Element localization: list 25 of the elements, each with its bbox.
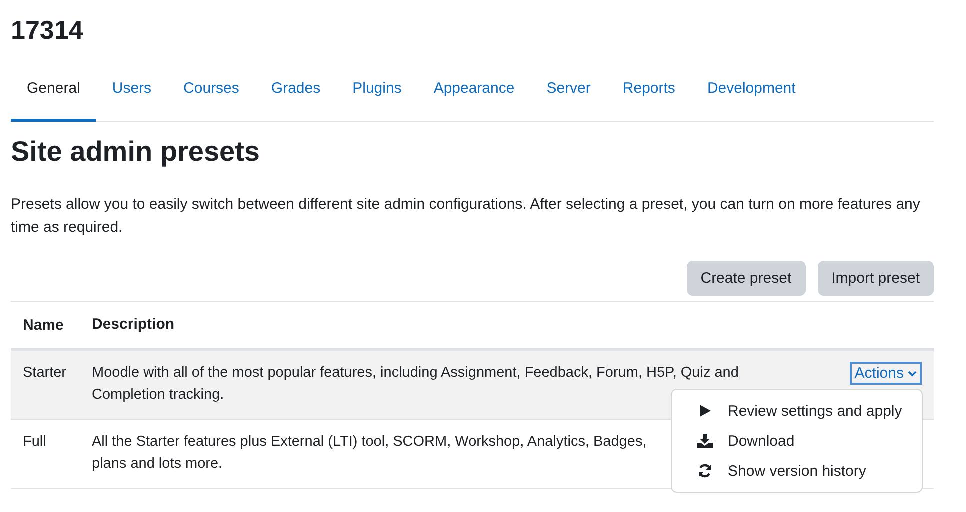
actions-dropdown[interactable]: Actions [850, 362, 922, 385]
section-heading: Site admin presets [11, 135, 261, 169]
column-header: Description [92, 315, 176, 335]
tab[interactable]: Courses [168, 71, 256, 122]
caret-icon [908, 370, 917, 376]
refresh-icon [696, 464, 714, 478]
tab[interactable]: Reports [606, 71, 692, 122]
create-preset-button[interactable]: Create preset [686, 261, 806, 296]
tab[interactable]: Users [96, 71, 168, 122]
intro-text: Presets allow you to easily switch between different site admin configurations. After selecting a preset, you can turn on more features any time as required. [11, 195, 922, 238]
tab[interactable]: Plugins [336, 71, 418, 122]
table-cell-text: Starter [22, 364, 68, 383]
download-icon [696, 434, 714, 448]
tab[interactable]: Grades [255, 71, 337, 122]
column-header: Name [22, 316, 65, 334]
menu-item[interactable]: Download [672, 426, 922, 456]
table-cell-text: Full [22, 433, 48, 452]
page-title: 17314 [11, 14, 84, 45]
tab[interactable]: General [11, 71, 96, 122]
menu-item[interactable]: Show version history [672, 456, 922, 486]
tab[interactable]: Server [530, 71, 607, 122]
tab[interactable]: Development [691, 71, 812, 122]
import-preset-button[interactable]: Import preset [818, 261, 934, 296]
description-text: All the Starter features plus External (LTI) tool, SCORM, Workshop, Analytics, Badges, plans and lots more. [92, 433, 647, 474]
tab[interactable]: Appearance [418, 71, 531, 122]
